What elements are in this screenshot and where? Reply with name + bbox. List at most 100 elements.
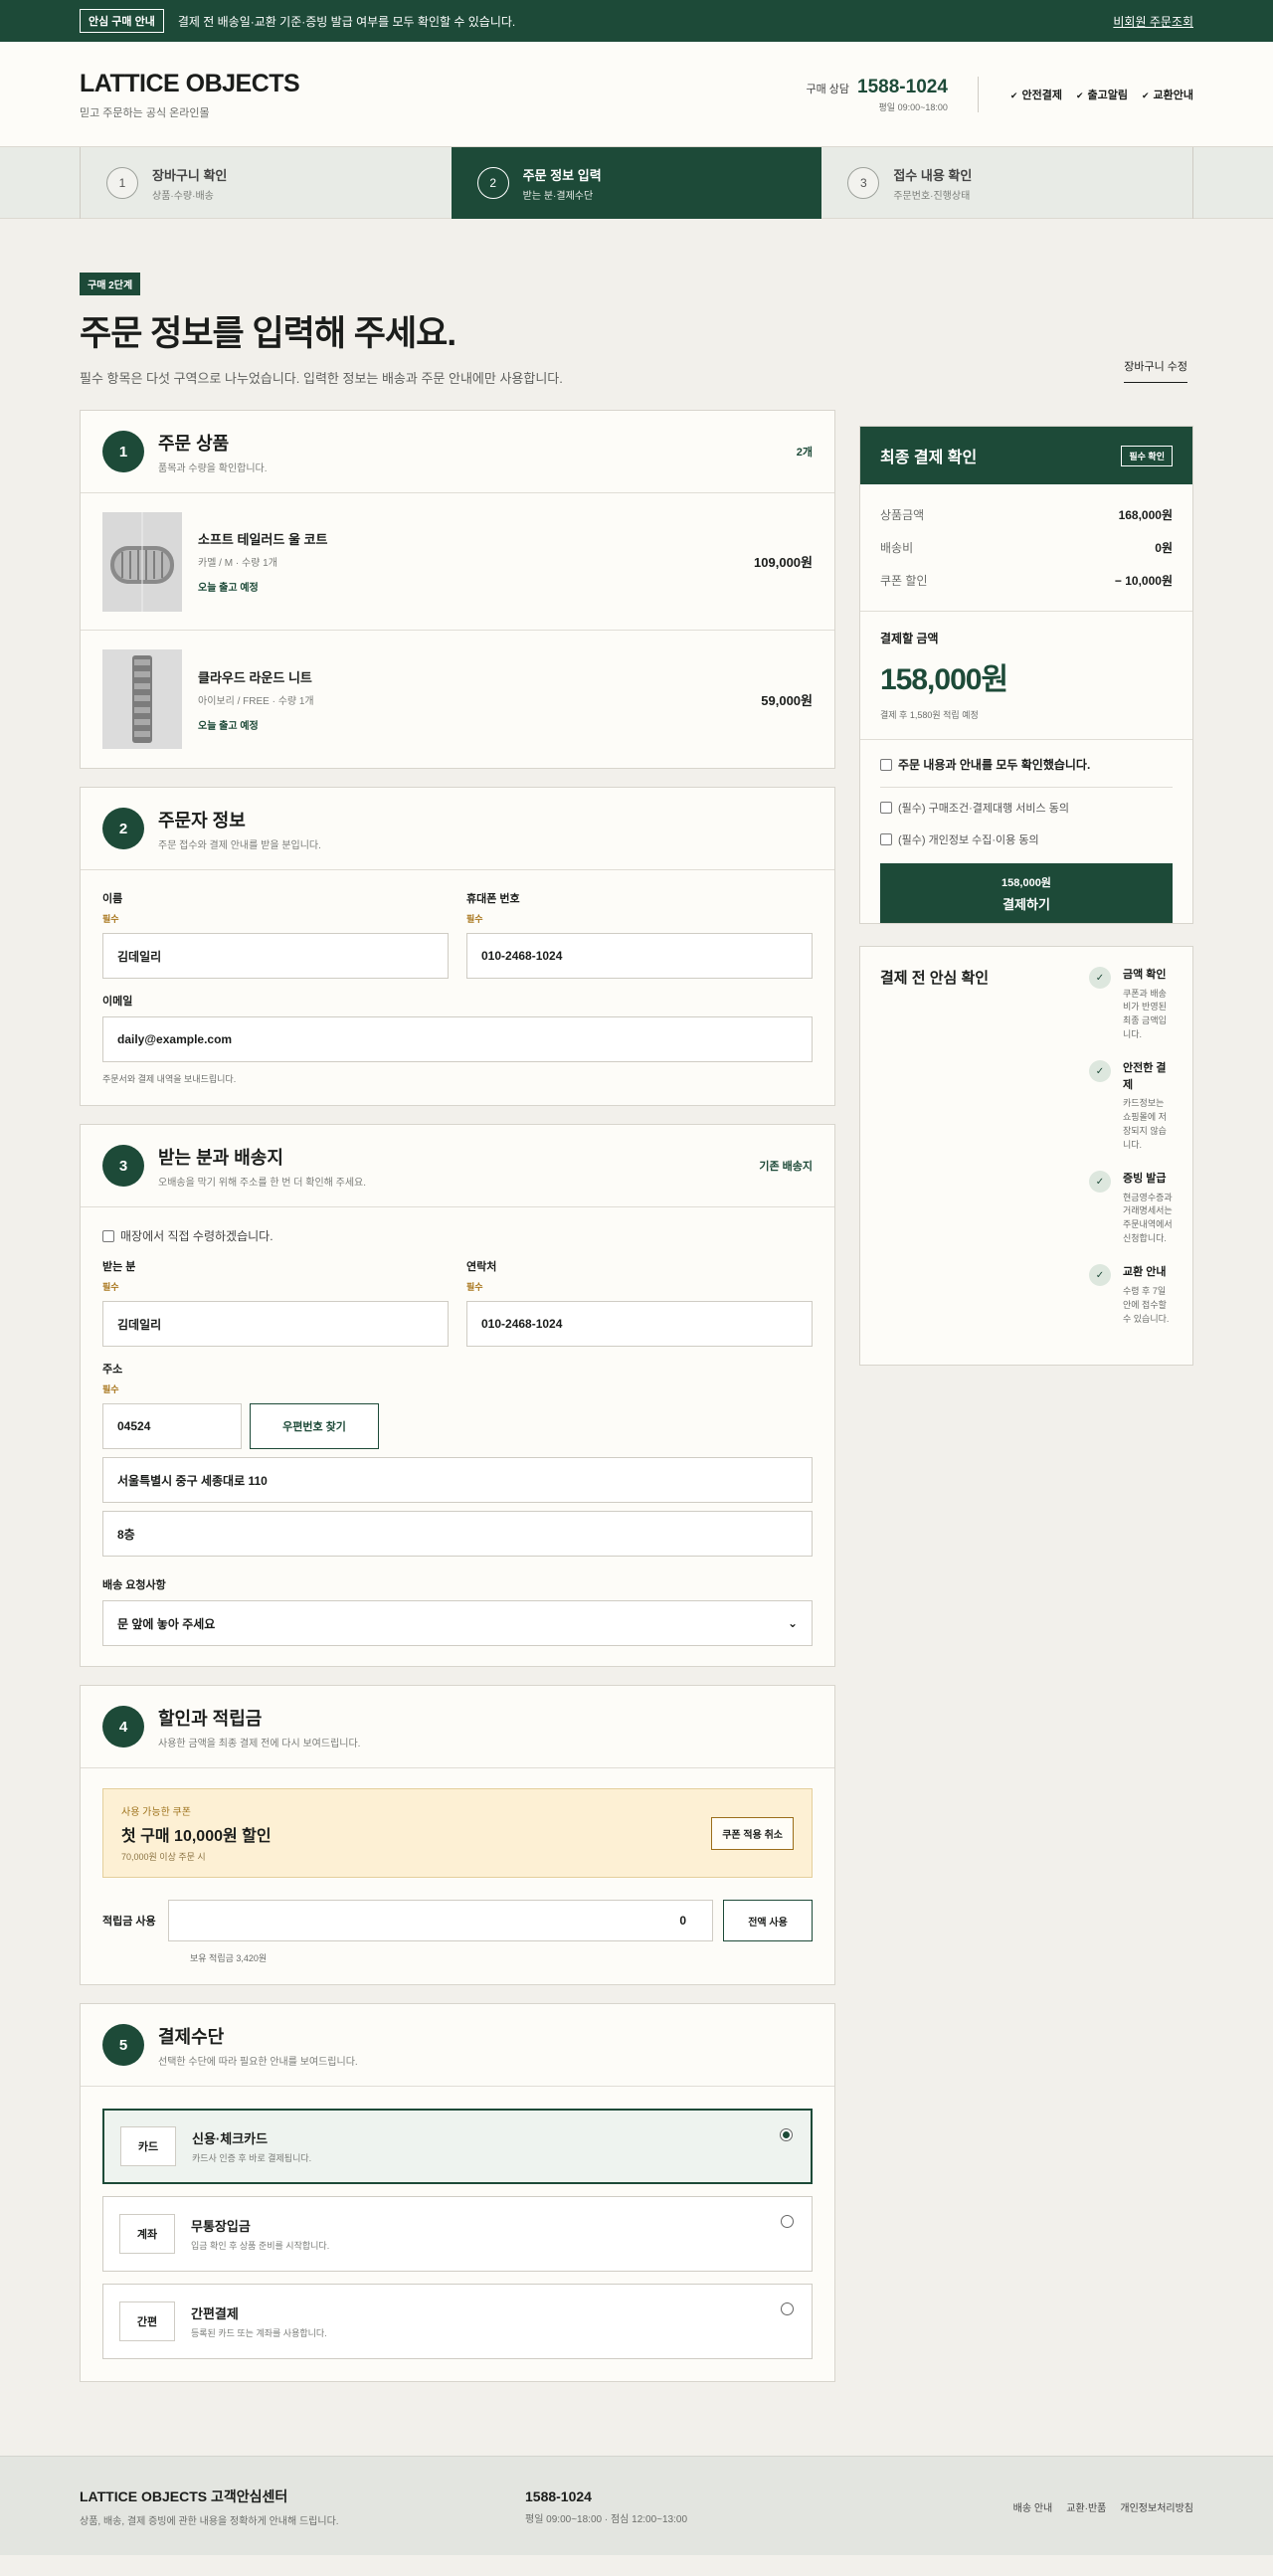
recipient-phone-input[interactable]: 010-2468-1024 [466,1301,813,1347]
agree-privacy-label: (필수) 개인정보 수집·이용 동의 [898,834,1039,846]
coupon-condition: 70,000원 이상 주문 시 [121,1852,206,1862]
points-balance: 보유 적립금 3,420원 [190,1953,268,1963]
payment-option-easy[interactable]: 간편 간편결제 등록된 카드 또는 계좌를 사용합니다. [102,2284,813,2359]
recipient-name-input[interactable]: 김데일리 [102,1301,449,1347]
site-header: LATTICE OBJECTS 믿고 주문하는 공식 온라인몰 구매 상담 15… [0,42,1273,147]
coupon-title: 첫 구매 10,000원 할인 [121,1828,272,1845]
section-title: 결제수단 [158,2026,225,2047]
field-label: 휴대폰 번호 [466,893,520,905]
step-number: 3 [847,167,880,199]
section-shipping: 3 받는 분과 배송지 오배송을 막기 위해 주소를 한 번 더 확인해 주세요… [80,1124,835,1667]
guest-order-lookup-link[interactable]: 비회원 주문조회 [1113,13,1193,30]
product-shipping: 오늘 출고 예정 [198,583,259,594]
store-pickup-checkbox[interactable] [102,1229,114,1242]
payment-option-card[interactable]: 카드 신용·체크카드 카드사 인증 후 바로 결제됩니다. [102,2109,813,2184]
payment-radio-bank[interactable] [781,2215,794,2228]
footer-number: 1588-1024 [525,2487,592,2504]
payment-radio-easy[interactable] [781,2302,794,2315]
field-label: 배송 요청사항 [102,1579,166,1591]
product-shipping: 오늘 출고 예정 [198,720,259,732]
coupon-label: 사용 가능한 쿠폰 [121,1807,191,1818]
required-mark: 필수 [466,914,483,924]
footer-hours: 평일 09:00~18:00 · 점심 12:00~13:00 [525,2513,688,2525]
address-line1-input[interactable]: 서울특별시 중구 세종대로 110 [102,1457,813,1503]
step-cart[interactable]: 1 장바구니 확인 상품·수량·배송 [81,147,452,219]
assurance-shipping-alert: 출고알림 [1076,87,1127,102]
contact-info: 구매 상담 1588-1024 평일 09:00~18:00 [806,77,979,112]
agree-all-checkbox[interactable] [880,758,892,771]
contact-label: 구매 상담 [806,84,850,95]
points-input[interactable]: 0 [168,1900,713,1941]
product-image-knit[interactable] [102,649,182,749]
list-item: ✓ 금액 확인 쿠폰과 배송비가 반영된 최종 금액입니다. [1089,967,1173,1042]
orderer-name-input[interactable]: 김데일리 [102,933,449,979]
product-name: 소프트 테일러드 울 코트 [198,532,328,547]
summary-title: 최종 결제 확인 [880,450,978,466]
required-mark: 필수 [102,914,119,924]
zipcode-input[interactable]: 04524 [102,1403,242,1449]
product-name: 클라우드 라운드 니트 [198,669,312,685]
agree-all-option[interactable]: 주문 내용과 안내를 모두 확인했습니다. [880,756,1173,788]
notice-bar: 안심 구매 안내 결제 전 배송일·교환 기준·증빙 발급 여부를 모두 확인할… [0,0,1273,42]
logo[interactable]: LATTICE OBJECTS [80,70,300,98]
site-footer: LATTICE OBJECTS 고객안심센터 상품, 배송, 결제 증빙에 관한… [0,2456,1273,2555]
step-sub: 상품·수량·배송 [152,190,214,202]
step-sub: 주문번호·진행상태 [893,190,971,202]
summary-badge: 필수 확인 [1121,445,1173,466]
orderer-email-input[interactable]: daily@example.com [102,1016,813,1062]
use-all-points-button[interactable]: 전액 사용 [723,1900,813,1941]
payment-tag: 계좌 [119,2214,175,2254]
payment-option-bank[interactable]: 계좌 무통장입금 입금 확인 후 상품 준비를 시작합니다. [102,2196,813,2272]
footer-desc: 상품, 배송, 결제 증빙에 관한 내용을 정확하게 안내해 드립니다. [80,2515,339,2527]
check-icon: ✓ [1089,967,1111,989]
footer-link-returns[interactable]: 교환·반품 [1066,2499,1106,2514]
payment-title: 신용·체크카드 [192,2131,269,2146]
page-description: 필수 항목은 다섯 구역으로 나누었습니다. 입력한 정보는 배송과 주문 안내… [80,371,563,386]
pay-button-label: 결제하기 [1002,896,1050,912]
step-number: 1 [106,167,138,199]
summary-line-coupon: 쿠폰 할인 − 10,000원 [880,574,1173,588]
section-sub: 사용한 금액을 최종 결제 전에 다시 보여드립니다. [158,1738,361,1749]
agree-terms-option[interactable]: (필수) 구매조건·결제대행 서비스 동의 [880,800,1173,816]
notice-badge: 안심 구매 안내 [80,9,164,33]
safety-title: 결제 전 안심 확인 [880,970,990,987]
pay-button[interactable]: 158,000원 결제하기 [880,863,1173,923]
store-pickup-option[interactable]: 매장에서 직접 수령하겠습니다. [102,1227,813,1244]
required-mark: 필수 [102,1384,119,1394]
address-line2-input[interactable]: 8층 [102,1511,813,1557]
agree-terms-checkbox[interactable] [880,802,892,814]
footer-link-shipping[interactable]: 배송 안내 [1013,2499,1053,2514]
field-label: 이메일 [102,996,133,1008]
section-number: 4 [102,1706,144,1748]
orderer-phone-input[interactable]: 010-2468-1024 [466,933,813,979]
zipcode-search-button[interactable]: 우편번호 찾기 [250,1403,379,1449]
section-discount: 4 할인과 적립금 사용한 금액을 최종 결제 전에 다시 보여드립니다. 사용… [80,1685,835,1985]
cancel-coupon-button[interactable]: 쿠폰 적용 취소 [711,1816,794,1850]
section-sub: 오배송을 막기 위해 주소를 한 번 더 확인해 주세요. [158,1177,367,1189]
safety-item-title: 금액 확인 [1123,969,1167,981]
product-option: 카멜 / M · 수량 1개 [198,558,277,569]
product-image-coat[interactable] [102,511,182,612]
safety-item-desc: 카드정보는 쇼핑몰에 저장되지 않습니다. [1123,1098,1167,1151]
payment-desc: 카드사 인증 후 바로 결제됩니다. [192,2153,312,2163]
section-title: 주문자 정보 [158,810,246,830]
payment-tag: 카드 [120,2126,176,2166]
field-label: 받는 분 [102,1261,136,1273]
agree-all-label: 주문 내용과 안내를 모두 확인했습니다. [898,758,1091,772]
total-amount: 158,000원 [880,663,1008,696]
points-earn-note: 결제 후 1,580원 적립 예정 [880,710,979,720]
safety-item-desc: 현금영수증과 거래명세서는 주문내역에서 신청합니다. [1123,1192,1173,1244]
pay-button-amount: 158,000원 [1001,876,1051,889]
field-label: 주소 [102,1364,123,1376]
agree-privacy-option[interactable]: (필수) 개인정보 수집·이용 동의 [880,831,1173,847]
footer-link-privacy[interactable]: 개인정보처리방침 [1120,2499,1193,2514]
points-label: 적립금 사용 [102,1916,156,1928]
agree-privacy-checkbox[interactable] [880,833,892,845]
delivery-request-select[interactable]: 문 앞에 놓아 주세요 ⌄ [102,1600,813,1646]
assurance-secure-payment: 안전결제 [1010,87,1061,102]
payment-radio-card[interactable] [780,2128,793,2141]
default-address-button[interactable]: 기존 배송지 [759,1158,813,1174]
edit-cart-link[interactable]: 장바구니 수정 [1124,358,1187,383]
section-number: 1 [102,431,144,472]
step-number: 2 [476,167,509,199]
